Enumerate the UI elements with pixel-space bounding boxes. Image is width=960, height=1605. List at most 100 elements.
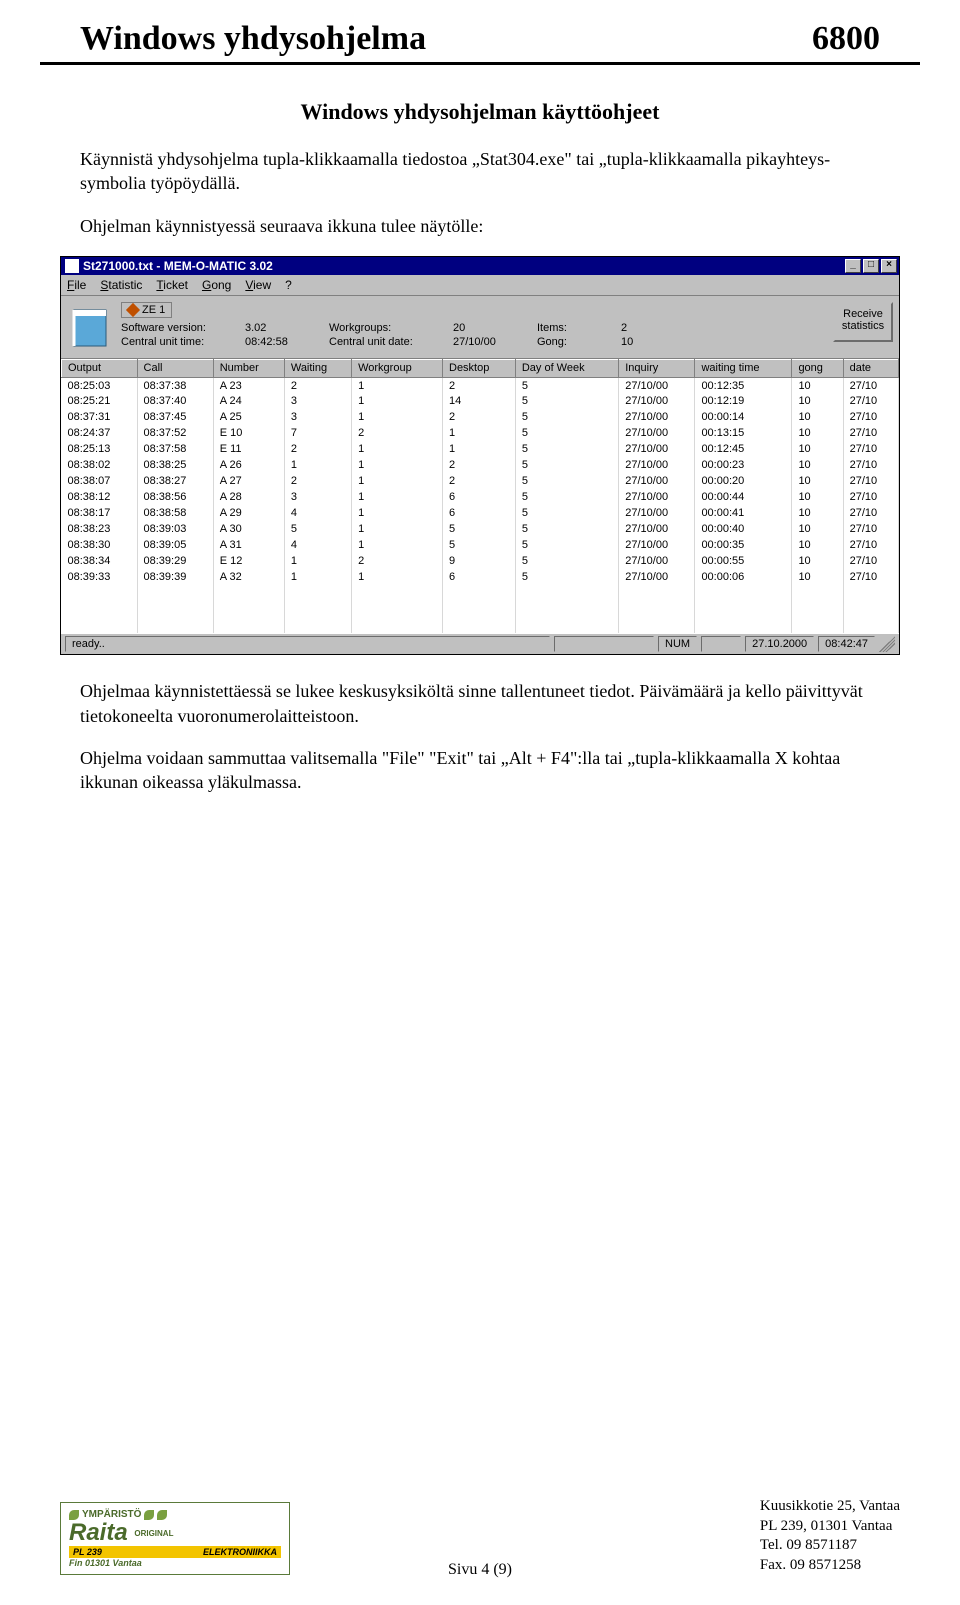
status-ready: ready.. (65, 636, 550, 652)
table-cell: 27/10 (843, 377, 898, 393)
table-cell: 6 (443, 505, 516, 521)
table-row-empty (62, 601, 899, 617)
table-row[interactable]: 08:39:3308:39:39A 32116527/10/0000:00:06… (62, 569, 899, 585)
table-cell: 27/10 (843, 521, 898, 537)
table-row[interactable]: 08:38:3408:39:29E 12129527/10/0000:00:55… (62, 553, 899, 569)
company-logo: YMPÄRISTÖ Raita ORIGINAL PL 239 ELEKTRON… (60, 1502, 290, 1575)
info-panel: ZE 1 Software version: 3.02 Workgroups: … (61, 296, 899, 359)
table-cell: 2 (352, 553, 443, 569)
table-cell: 5 (515, 409, 618, 425)
table-cell: 27/10 (843, 489, 898, 505)
table-cell: 27/10/00 (619, 489, 695, 505)
table-row[interactable]: 08:25:2108:37:40A 243114527/10/0000:12:1… (62, 393, 899, 409)
column-header[interactable]: Call (137, 359, 213, 377)
table-cell: 00:00:44 (695, 489, 792, 505)
table-cell: 08:25:13 (62, 441, 138, 457)
titlebar: St271000.txt - MEM-O-MATIC 3.02 _ □ × (61, 257, 899, 275)
resize-grip[interactable] (879, 636, 895, 652)
table-cell: 4 (284, 505, 351, 521)
table-cell: 1 (352, 537, 443, 553)
table-cell: 10 (792, 553, 843, 569)
table-cell: 00:00:41 (695, 505, 792, 521)
table-cell: 27/10 (843, 569, 898, 585)
doc-title: Windows yhdysohjelma (80, 20, 426, 58)
receive-statistics-button[interactable]: Receive statistics (833, 302, 893, 342)
menu-gong[interactable]: Gong (202, 278, 231, 292)
company-address: Kuusikkotie 25, Vantaa PL 239, 01301 Van… (760, 1497, 900, 1575)
table-cell: 08:37:38 (137, 377, 213, 393)
page-footer: YMPÄRISTÖ Raita ORIGINAL PL 239 ELEKTRON… (0, 1497, 960, 1575)
table-row[interactable]: 08:38:2308:39:03A 30515527/10/0000:00:40… (62, 521, 899, 537)
value-items: 2 (621, 322, 671, 334)
table-row[interactable]: 08:38:0708:38:27A 27212527/10/0000:00:20… (62, 473, 899, 489)
paragraph-4: Ohjelma voidaan sammuttaa valitsemalla "… (80, 746, 880, 795)
value-gong: 10 (621, 336, 671, 348)
table-cell: 1 (352, 489, 443, 505)
label-central-unit-time: Central unit time: (121, 336, 241, 348)
table-cell: 08:39:33 (62, 569, 138, 585)
table-row[interactable]: 08:24:3708:37:52E 10721527/10/0000:13:15… (62, 425, 899, 441)
table-row[interactable]: 08:25:0308:37:38A 23212527/10/0000:12:35… (62, 377, 899, 393)
close-button[interactable]: × (881, 259, 897, 273)
menu-ticket[interactable]: Ticket (156, 278, 188, 292)
minimize-button[interactable]: _ (845, 259, 861, 273)
table-cell: 5 (515, 505, 618, 521)
table-cell: 08:39:39 (137, 569, 213, 585)
status-spacer (554, 636, 654, 652)
table-cell: 2 (284, 441, 351, 457)
ze-label: ZE 1 (142, 304, 165, 316)
menu-statistic[interactable]: Statistic (100, 278, 142, 292)
table-cell: A 27 (213, 473, 284, 489)
maximize-button[interactable]: □ (863, 259, 879, 273)
column-header[interactable]: Inquiry (619, 359, 695, 377)
table-cell: 27/10/00 (619, 505, 695, 521)
table-cell: 27/10 (843, 505, 898, 521)
table-cell: 10 (792, 393, 843, 409)
table-cell: 08:37:52 (137, 425, 213, 441)
column-header[interactable]: waiting time (695, 359, 792, 377)
column-header[interactable]: Desktop (443, 359, 516, 377)
table-cell: 08:38:56 (137, 489, 213, 505)
table-cell: 00:00:55 (695, 553, 792, 569)
doc-subtitle: Windows yhdysohjelman käyttöohjeet (80, 99, 880, 125)
column-header[interactable]: Number (213, 359, 284, 377)
app-window: St271000.txt - MEM-O-MATIC 3.02 _ □ × Fi… (60, 256, 900, 656)
table-row[interactable]: 08:25:1308:37:58E 11211527/10/0000:12:45… (62, 441, 899, 457)
table-cell: 08:37:58 (137, 441, 213, 457)
table-cell: 1 (352, 409, 443, 425)
table-cell: 27/10 (843, 409, 898, 425)
notebook-icon[interactable] (71, 304, 111, 350)
column-header[interactable]: Day of Week (515, 359, 618, 377)
label-central-unit-date: Central unit date: (329, 336, 449, 348)
table-row[interactable]: 08:38:3008:39:05A 31415527/10/0000:00:35… (62, 537, 899, 553)
table-row[interactable]: 08:37:3108:37:45A 25312527/10/0000:00:14… (62, 409, 899, 425)
table-cell: 27/10/00 (619, 441, 695, 457)
table-cell: 27/10 (843, 393, 898, 409)
table-cell: A 28 (213, 489, 284, 505)
page-header: Windows yhdysohjelma 6800 (40, 0, 920, 65)
table-cell: 27/10 (843, 553, 898, 569)
table-cell: 10 (792, 377, 843, 393)
column-header[interactable]: gong (792, 359, 843, 377)
table-cell: 10 (792, 489, 843, 505)
column-header[interactable]: Workgroup (352, 359, 443, 377)
table-cell: 5 (284, 521, 351, 537)
column-header[interactable]: Waiting (284, 359, 351, 377)
table-cell: 2 (443, 473, 516, 489)
table-cell: 08:39:29 (137, 553, 213, 569)
table-cell: 5 (515, 425, 618, 441)
table-cell: A 31 (213, 537, 284, 553)
table-cell: 5 (443, 537, 516, 553)
column-header[interactable]: Output (62, 359, 138, 377)
table-row[interactable]: 08:38:1208:38:56A 28316527/10/0000:00:44… (62, 489, 899, 505)
menu-file[interactable]: File (67, 278, 86, 292)
table-cell: 10 (792, 537, 843, 553)
table-row[interactable]: 08:38:0208:38:25A 26112527/10/0000:00:23… (62, 457, 899, 473)
menu-help[interactable]: ? (285, 278, 292, 292)
column-header[interactable]: date (843, 359, 898, 377)
menu-view[interactable]: View (245, 278, 271, 292)
table-row[interactable]: 08:38:1708:38:58A 29416527/10/0000:00:41… (62, 505, 899, 521)
table-cell: 08:38:58 (137, 505, 213, 521)
table-cell: 27/10/00 (619, 457, 695, 473)
table-cell: 08:38:27 (137, 473, 213, 489)
